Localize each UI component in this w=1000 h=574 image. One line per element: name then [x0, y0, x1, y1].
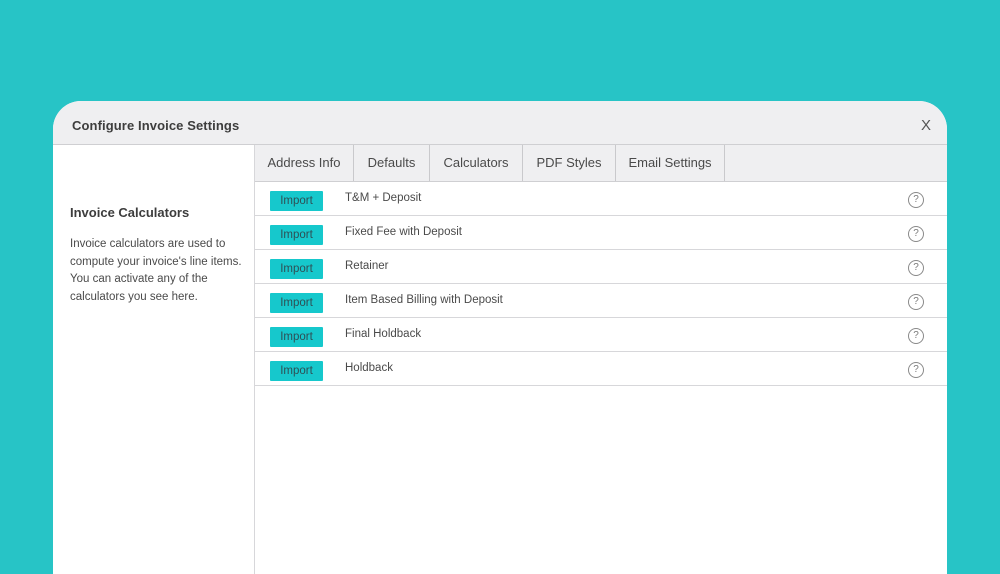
calculator-row: Import Fixed Fee with Deposit ?: [255, 216, 947, 250]
import-button[interactable]: Import: [270, 293, 323, 313]
question-circle-icon[interactable]: ?: [908, 192, 924, 208]
calculator-row: Import Retainer ?: [255, 250, 947, 284]
tab-email-settings[interactable]: Email Settings: [616, 145, 725, 181]
dialog-header: Configure Invoice Settings X: [53, 101, 947, 145]
main-content: Address Info Defaults Calculators PDF St…: [255, 145, 947, 574]
question-circle-icon[interactable]: ?: [908, 362, 924, 378]
calculator-name: T&M + Deposit: [345, 192, 422, 204]
calculator-row: Import T&M + Deposit ?: [255, 182, 947, 216]
question-circle-icon[interactable]: ?: [908, 294, 924, 310]
calculator-row: Import Holdback ?: [255, 352, 947, 386]
import-button[interactable]: Import: [270, 225, 323, 245]
import-button[interactable]: Import: [270, 191, 323, 211]
import-button[interactable]: Import: [270, 327, 323, 347]
close-button[interactable]: X: [919, 118, 933, 133]
dialog-title: Configure Invoice Settings: [72, 118, 240, 133]
tab-defaults[interactable]: Defaults: [354, 145, 430, 181]
calculator-name: Retainer: [345, 260, 389, 272]
calculator-row: Import Item Based Billing with Deposit ?: [255, 284, 947, 318]
question-circle-icon[interactable]: ?: [908, 260, 924, 276]
question-circle-icon[interactable]: ?: [908, 328, 924, 344]
calculator-name: Item Based Billing with Deposit: [345, 294, 503, 306]
import-button[interactable]: Import: [270, 361, 323, 381]
tab-calculators[interactable]: Calculators: [430, 145, 523, 181]
calculator-list: Import T&M + Deposit ? Import Fixed Fee …: [255, 182, 947, 386]
sidebar-description: Invoice calculators are used to compute …: [70, 238, 242, 303]
calculator-name: Holdback: [345, 362, 393, 374]
settings-tabs: Address Info Defaults Calculators PDF St…: [255, 145, 947, 182]
tab-address-info[interactable]: Address Info: [255, 145, 354, 181]
configure-invoice-settings-dialog: Configure Invoice Settings X Invoice Cal…: [53, 101, 947, 574]
sidebar: Invoice Calculators Invoice calculators …: [53, 145, 255, 574]
import-button[interactable]: Import: [270, 259, 323, 279]
calculator-row: Import Final Holdback ?: [255, 318, 947, 352]
sidebar-title: Invoice Calculators: [70, 205, 190, 220]
question-circle-icon[interactable]: ?: [908, 226, 924, 242]
tab-pdf-styles[interactable]: PDF Styles: [523, 145, 616, 181]
calculator-name: Final Holdback: [345, 328, 422, 340]
calculator-name: Fixed Fee with Deposit: [345, 226, 462, 238]
